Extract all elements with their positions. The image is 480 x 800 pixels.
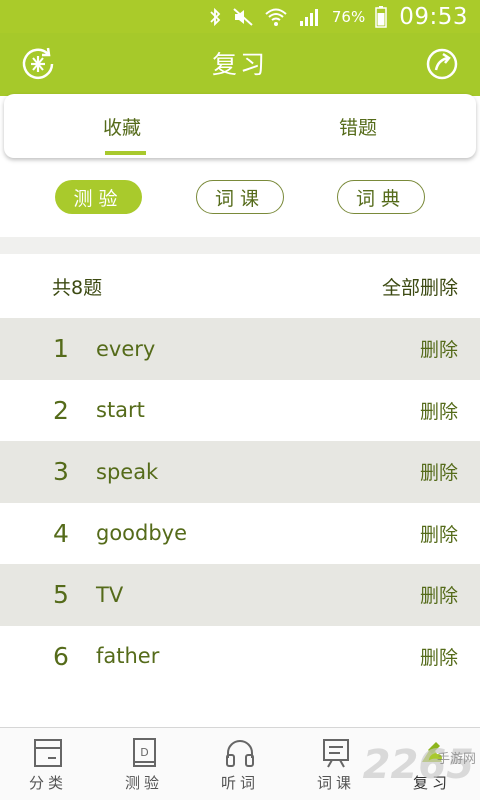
delete-button[interactable]: 删除 [420,520,458,547]
watermark-text: 手游网 [436,752,476,767]
nav-quiz[interactable]: D 测验 [96,728,192,800]
list-item[interactable]: 6 father 删除 [0,626,480,688]
item-word: speak [96,459,159,484]
list-item[interactable]: 4 goodbye 删除 [0,503,480,565]
share-icon[interactable] [422,44,462,84]
status-bar: 76% 09:53 [0,0,480,33]
item-number: 3 [53,457,69,487]
mute-icon [232,7,254,27]
item-number: 4 [53,518,69,548]
question-list: 1 every 删除 2 start 删除 3 speak 删除 4 goodb… [0,318,480,687]
delete-button[interactable]: 删除 [420,397,458,424]
filter-dictionary[interactable]: 词典 [337,180,425,214]
list-item[interactable]: 5 TV 删除 [0,564,480,626]
page-title: 复习 [211,50,268,79]
item-word: father [96,644,160,669]
summary-row: 共8题 全部删除 [0,254,480,318]
battery-percent: 76% [331,7,366,26]
signal-icon [298,7,322,27]
nav-label: 词课 [316,774,355,792]
header-bar: 复习 [0,33,480,96]
list-item[interactable]: 1 every 删除 [0,318,480,380]
question-count: 共8题 [52,276,103,299]
bluetooth-icon [208,7,222,27]
list-item[interactable]: 3 speak 删除 [0,441,480,503]
tab-favorites[interactable]: 收藏 [4,94,240,158]
item-word: every [96,336,156,361]
delete-button[interactable]: 删除 [420,458,458,485]
item-word: TV [96,582,124,607]
lesson-icon [323,739,349,768]
item-number: 2 [53,395,69,425]
section-divider [0,237,480,254]
item-number: 1 [53,334,69,364]
nav-label: 听词 [220,774,259,792]
filter-quiz[interactable]: 测验 [55,180,142,214]
tab-wrong-answers[interactable]: 错题 [240,94,476,158]
active-tab-indicator [105,151,146,155]
wifi-icon [264,7,288,27]
clock: 09:53 [399,3,468,30]
svg-text:D: D [140,746,148,759]
quiz-book-icon: D [133,738,156,767]
delete-all-button[interactable]: 全部删除 [382,273,458,300]
nav-listen[interactable]: 听词 [192,728,288,800]
nav-label: 分类 [28,774,67,792]
filter-lesson[interactable]: 词课 [196,180,284,214]
item-word: start [96,398,145,423]
category-icon [34,739,62,767]
headphones-icon [226,740,254,767]
item-word: goodbye [96,521,188,546]
delete-button[interactable]: 删除 [420,335,458,362]
item-number: 5 [53,580,69,610]
delete-button[interactable]: 删除 [420,581,458,608]
nav-label: 测验 [124,774,163,792]
delete-button[interactable]: 删除 [420,643,458,670]
nav-category[interactable]: 分类 [0,728,96,800]
segment-control: 收藏 错题 [4,94,476,158]
item-number: 6 [53,641,69,671]
battery-icon [375,5,387,28]
list-item[interactable]: 2 start 删除 [0,380,480,442]
